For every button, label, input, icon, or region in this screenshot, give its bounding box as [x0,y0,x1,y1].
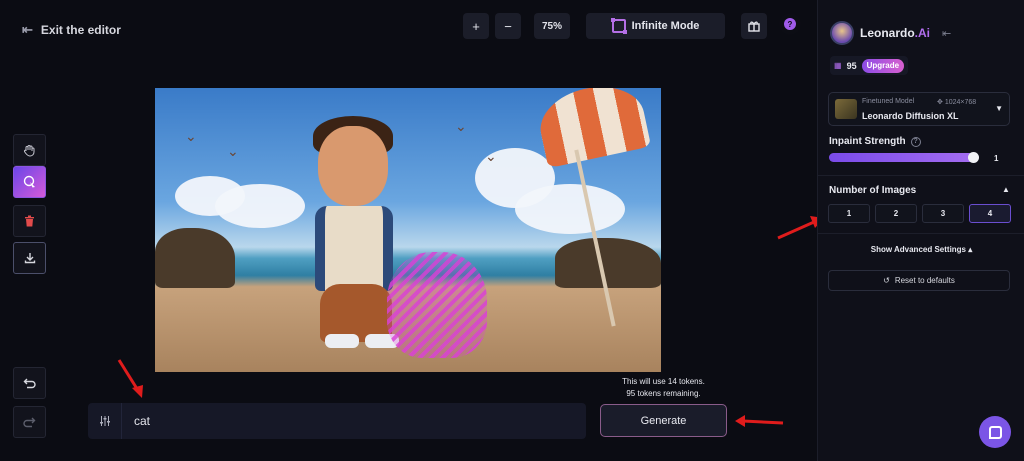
bird: ⌄ [485,148,497,164]
prompt-settings-button[interactable] [88,403,122,439]
image-count-option-selected[interactable]: 4 [969,204,1011,223]
tokens-remaining-line: 95 tokens remaining. [626,389,701,398]
upgrade-button[interactable]: Upgrade [861,58,905,73]
hand-icon [23,144,35,157]
clear-mask-button[interactable] [13,205,46,237]
mask-brush-tool-button[interactable] [13,166,46,198]
collapse-panel-icon[interactable]: ⇤ [942,27,951,40]
credits-badge: ▦ 95 Upgrade [830,56,909,75]
model-selector[interactable]: Finetuned Model ✥ 1024×768 Leonardo Diff… [828,92,1010,126]
reset-defaults-button[interactable]: ↺ Reset to defaults [828,270,1010,291]
sliders-icon [99,416,110,426]
beach-umbrella [533,88,652,169]
caret-up-icon: ▴ [968,245,973,254]
generate-button[interactable]: Generate [600,404,727,437]
divider [818,175,1024,176]
eraser-brush-icon [23,175,35,188]
boy-body [315,206,393,291]
inpaint-mask [387,252,487,358]
annotation-arrow-icon [117,359,143,398]
slider-handle[interactable] [968,152,979,163]
model-resolution-value: 1024×768 [944,99,977,106]
chevron-up-icon[interactable]: ▲ [1002,185,1010,194]
infinite-mode-label: Infinite Mode [631,20,700,32]
chat-support-button[interactable] [979,416,1011,448]
token-icon: ▦ [834,61,842,70]
trash-icon [25,215,34,227]
boy-shoe [325,334,359,348]
infinite-mode-icon [610,18,627,34]
image-count-option[interactable]: 1 [828,204,870,223]
prompt-bar[interactable]: cat [88,403,586,439]
brand-suffix: .Ai [914,26,931,40]
show-advanced-settings-button[interactable]: Show Advanced Settings ▴ [818,245,1024,254]
help-icon: ? [784,18,796,30]
token-usage-line: This will use 14 tokens. [622,377,705,386]
bird: ⌄ [455,118,467,134]
exit-editor-button[interactable]: ⇤ Exit the editor [22,22,121,38]
brand: Leonardo.Ai ⇤ [830,21,951,45]
download-icon [24,253,35,264]
gift-button[interactable] [741,13,767,39]
image-count-option[interactable]: 2 [875,204,917,223]
inpaint-strength-label: Inpaint Strength ? [829,136,921,147]
help-button[interactable]: ? [779,13,801,35]
cloud [515,184,625,234]
zoom-in-button[interactable]: + [463,13,489,39]
token-usage-note: This will use 14 tokens. 95 tokens remai… [600,376,727,400]
cloud [215,184,305,228]
info-icon[interactable]: ? [910,136,921,147]
inpaint-strength-text: Inpaint Strength [829,136,906,147]
reset-defaults-label: Reset to defaults [894,276,955,285]
prompt-input[interactable]: cat [122,414,150,428]
inpaint-strength-value: 1 [994,154,999,163]
undo-icon [23,378,36,389]
annotation-arrow-icon [735,415,784,427]
editor-canvas[interactable]: ⌄ ⌄ ⌄ ⌄ [155,88,661,372]
redo-button[interactable] [13,406,46,438]
zoom-level[interactable]: 75% [534,13,570,39]
number-of-images-label: Number of Images [829,185,917,196]
model-name: Leonardo Diffusion XL [862,111,959,121]
brand-name-text: Leonardo [860,26,915,40]
boy-head [318,126,388,206]
rock [555,238,661,288]
settings-panel: Leonardo.Ai ⇤ ▦ 95 Upgrade Finetuned Mod… [817,0,1024,461]
gift-icon [748,21,760,32]
redo-icon [23,417,36,428]
slider-fill [829,153,974,162]
model-kind: Finetuned Model [862,98,915,105]
advanced-settings-label: Show Advanced Settings [870,245,967,254]
reset-icon: ↺ [883,276,890,285]
brand-name: Leonardo.Ai [860,26,930,40]
bird: ⌄ [227,143,239,159]
model-resolution: ✥ 1024×768 [937,99,977,106]
inpaint-strength-slider[interactable] [829,152,979,163]
download-button[interactable] [13,242,46,274]
divider [818,233,1024,234]
caret-down-icon: ▼ [995,104,1003,113]
infinite-mode-button[interactable]: Infinite Mode [586,13,725,39]
undo-button[interactable] [13,367,46,399]
image-count-option[interactable]: 3 [922,204,964,223]
rock [155,228,235,288]
zoom-out-button[interactable]: − [495,13,521,39]
leonardo-logo-icon [830,21,854,45]
exit-arrow-icon: ⇤ [22,22,33,37]
credit-count: 95 [846,60,857,71]
chat-icon [988,425,1002,439]
bird: ⌄ [185,128,197,144]
exit-editor-label: Exit the editor [40,23,121,37]
model-thumbnail [835,99,857,119]
pan-tool-button[interactable] [13,134,46,166]
